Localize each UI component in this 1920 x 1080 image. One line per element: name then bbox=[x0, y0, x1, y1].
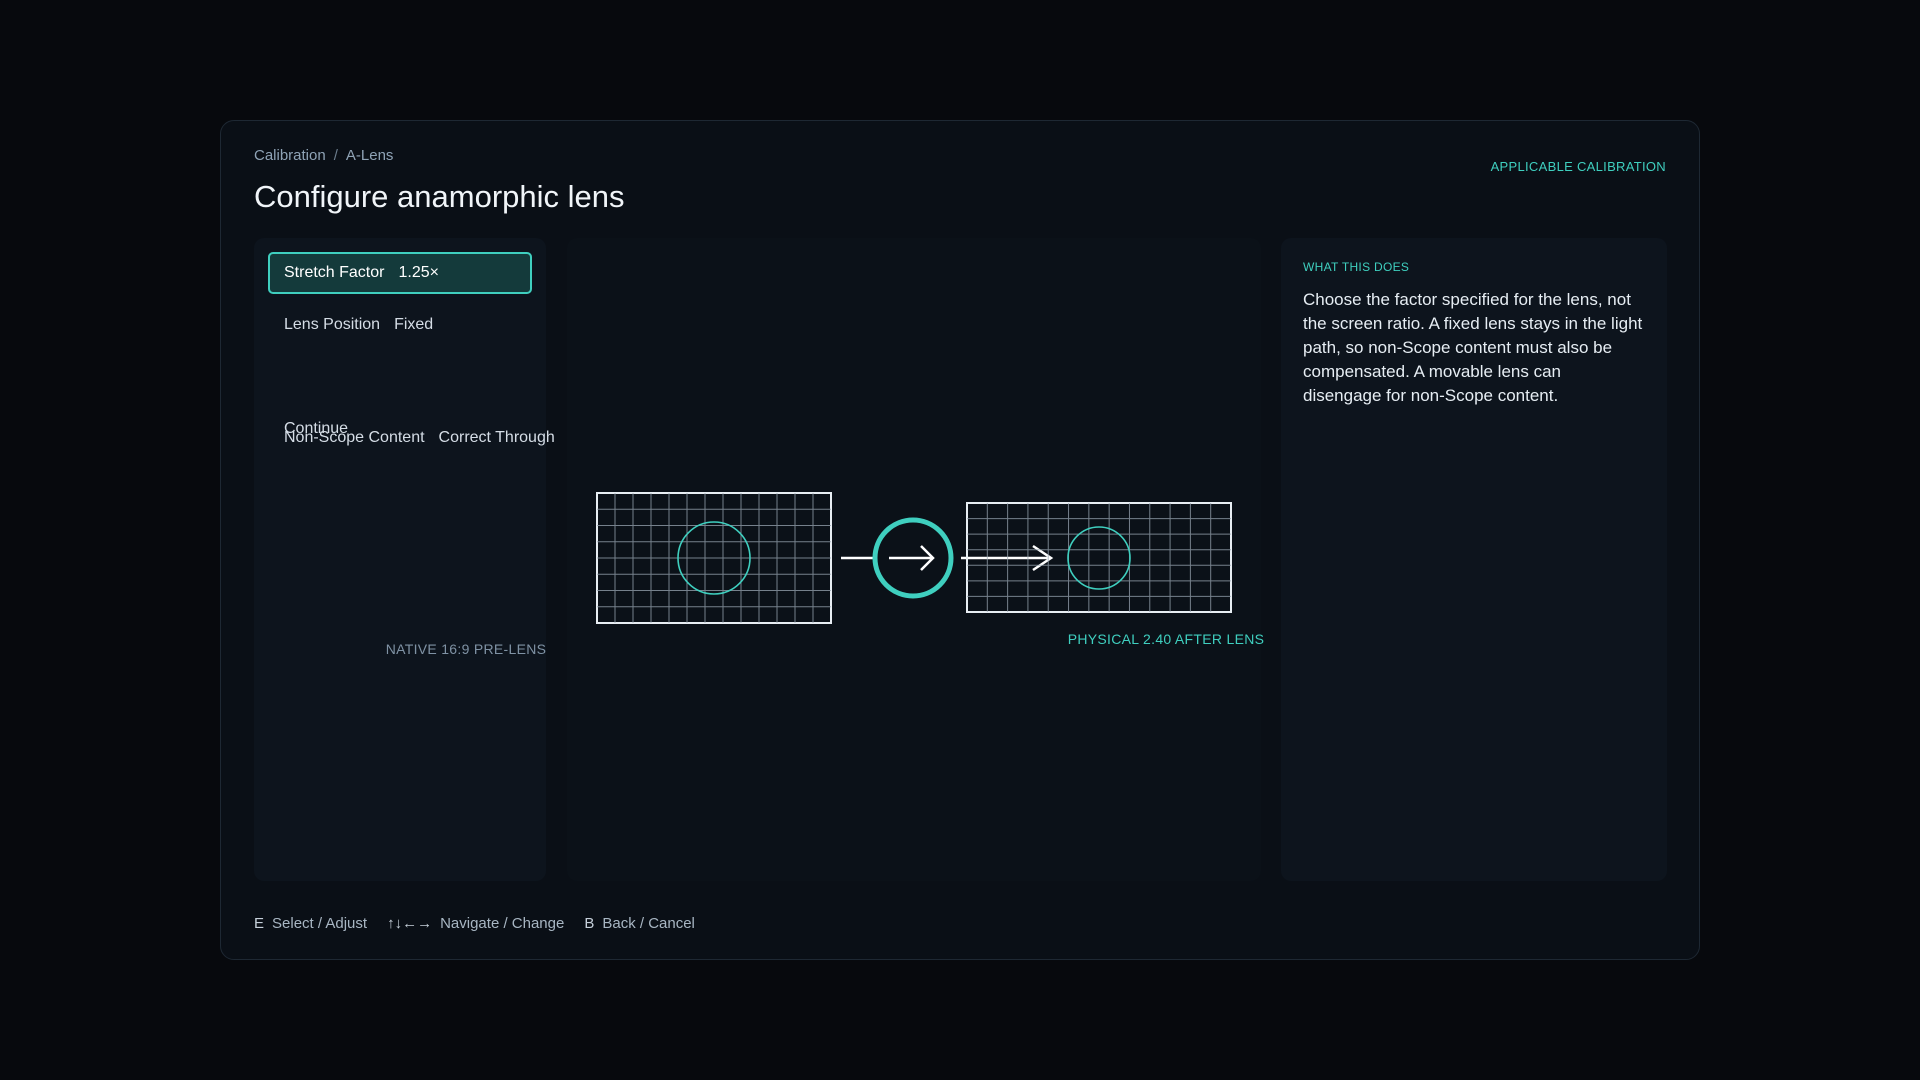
menu-item-stretch-factor[interactable]: Stretch Factor 1.25× bbox=[268, 252, 532, 294]
hint-label: Navigate / Change bbox=[440, 915, 565, 932]
info-panel: WHAT THIS DOES Choose the factor specifi… bbox=[1281, 238, 1667, 881]
menu-item-label: Stretch Factor bbox=[284, 264, 385, 281]
menu-item-label: Continue bbox=[284, 420, 349, 437]
hint-label: Back / Cancel bbox=[602, 915, 695, 932]
hint-select: E Select / Adjust bbox=[254, 915, 367, 932]
info-label: WHAT THIS DOES bbox=[1303, 260, 1410, 274]
controls-footer: E Select / Adjust ↑↓←→ Navigate / Change… bbox=[254, 915, 695, 932]
breadcrumb-item-calibration[interactable]: Calibration bbox=[254, 147, 326, 164]
calibration-window: Calibration / A-Lens Configure anamorphi… bbox=[220, 120, 1700, 960]
applicable-calibration-badge: APPLICABLE CALIBRATION bbox=[1490, 159, 1666, 174]
menu-item-continue[interactable]: Continue bbox=[268, 408, 532, 450]
native-caption: NATIVE 16:9 PRE-LENS bbox=[385, 641, 547, 657]
menu-item-value: Fixed bbox=[394, 316, 434, 333]
key-e: E bbox=[254, 915, 265, 932]
breadcrumb-separator: / bbox=[333, 147, 338, 164]
page-title: Configure anamorphic lens bbox=[254, 179, 625, 214]
settings-menu: Stretch Factor 1.25× Lens Position Fixed… bbox=[254, 238, 555, 881]
menu-item-lens-position[interactable]: Lens Position Fixed bbox=[268, 304, 532, 346]
menu-item-value: 1.25× bbox=[398, 264, 439, 281]
hint-back: B Back / Cancel bbox=[584, 915, 695, 932]
arrow-keys-icon: ↑↓←→ bbox=[387, 915, 433, 932]
breadcrumb: Calibration / A-Lens bbox=[254, 147, 393, 164]
breadcrumb-item-a-lens: A-Lens bbox=[345, 147, 394, 164]
physical-caption: PHYSICAL 2.40 AFTER LENS bbox=[1067, 631, 1265, 647]
lens-preview-panel bbox=[567, 238, 1261, 881]
hint-navigate: ↑↓←→ Navigate / Change bbox=[387, 915, 564, 932]
key-b: B bbox=[584, 915, 595, 932]
info-body: Choose the factor specified for the lens… bbox=[1303, 290, 1643, 405]
menu-item-label: Lens Position bbox=[284, 316, 381, 333]
hint-label: Select / Adjust bbox=[272, 915, 368, 932]
